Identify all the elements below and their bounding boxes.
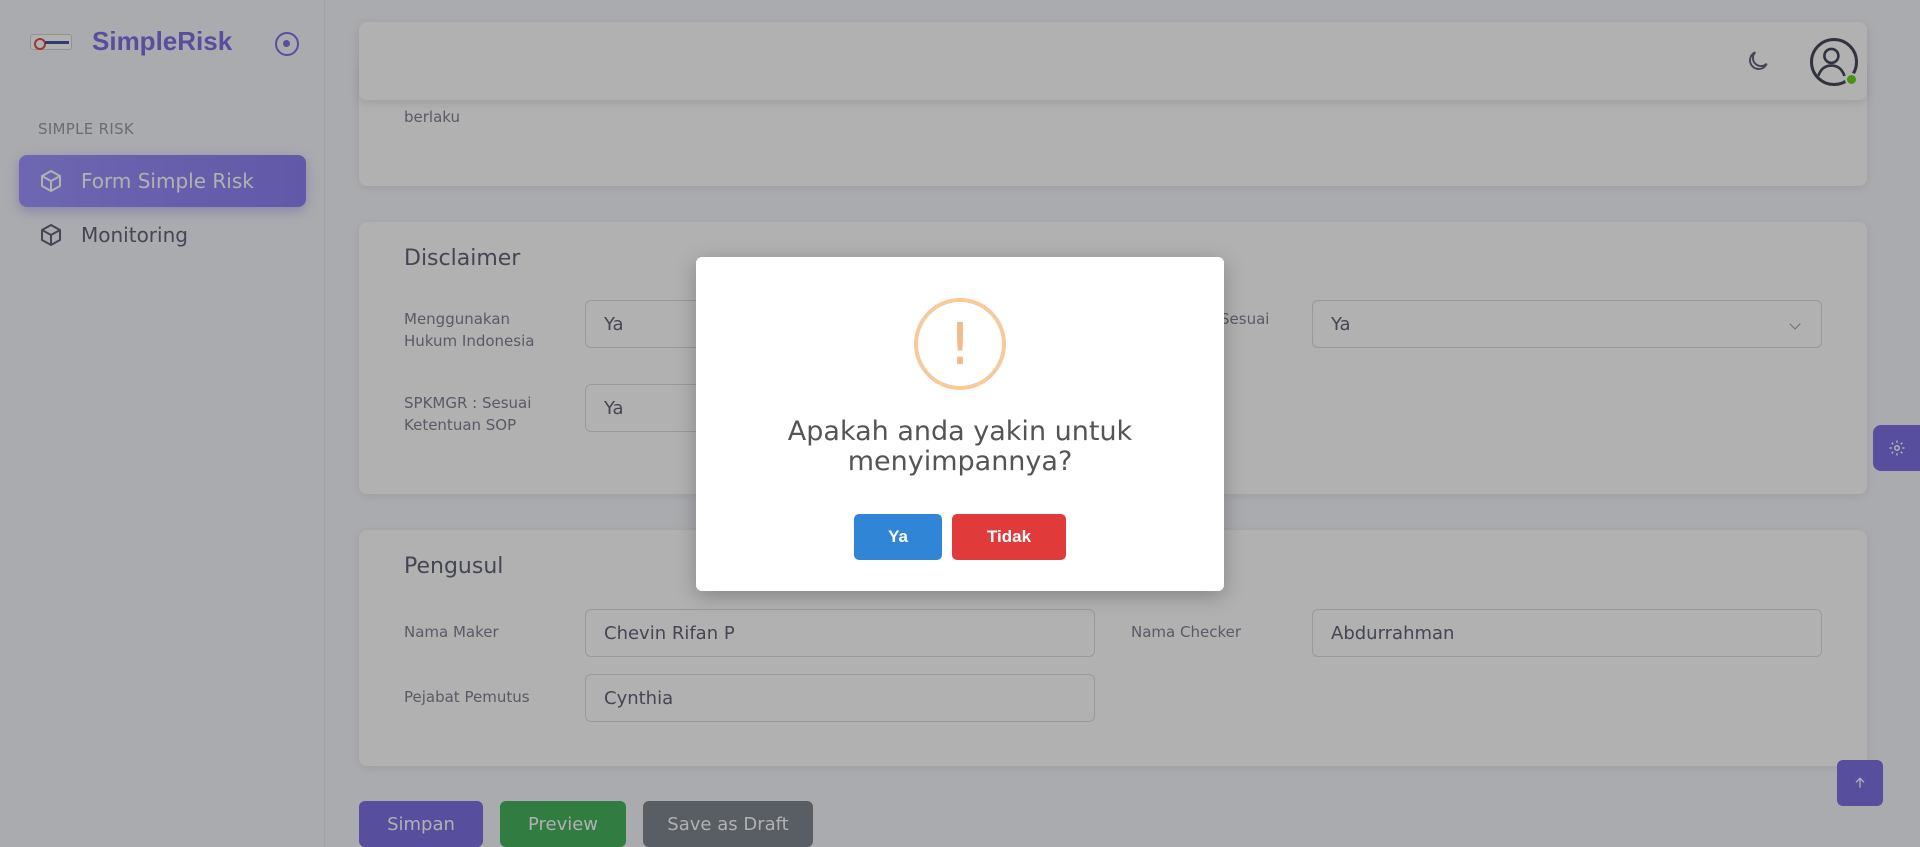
cancel-no-button[interactable]: Tidak (952, 514, 1066, 560)
dialog-message: Apakah anda yakin untuk menyimpannya? (787, 416, 1133, 477)
confirm-yes-button[interactable]: Ya (854, 514, 942, 560)
warning-icon: ! (914, 298, 1006, 390)
confirm-dialog: ! Apakah anda yakin untuk menyimpannya? … (696, 257, 1224, 591)
